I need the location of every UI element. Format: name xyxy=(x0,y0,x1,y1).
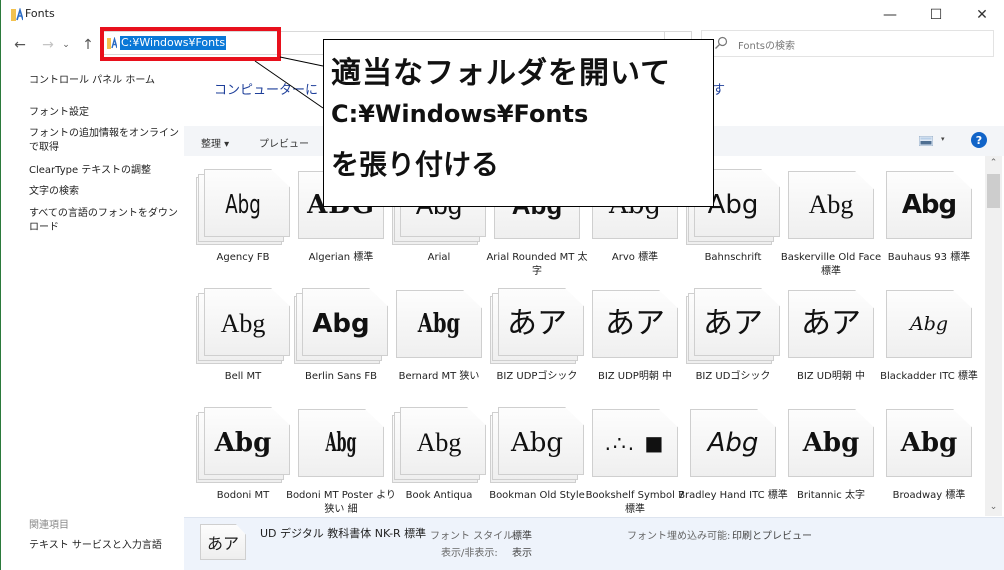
font-name: Blackadder ITC 標準 xyxy=(880,371,978,382)
font-tile[interactable]: Abg Berlin Sans FB xyxy=(282,280,388,398)
font-name: Broadway 標準 xyxy=(892,490,966,501)
callout-text-line1: 適当なフォルダを開いて xyxy=(331,56,672,91)
font-tile[interactable]: Abg Bauhaus 93 標準 xyxy=(870,161,972,279)
fonts-folder-icon xyxy=(11,8,23,21)
selected-font-name: UD デジタル 教科書体 NK-R 標準 xyxy=(260,527,427,540)
font-sample: Abg xyxy=(312,309,370,339)
font-tile[interactable]: Abg Bookman Old Style xyxy=(478,399,585,517)
title-bar: Fonts — ☐ ✕ xyxy=(1,0,1004,30)
instruction-callout: 適当なフォルダを開いて C:¥Windows¥Fonts を張り付ける xyxy=(323,39,714,207)
font-tile[interactable]: Abg Agency FB xyxy=(184,161,290,279)
font-style-value: 標準 xyxy=(512,531,532,542)
selected-font-sample: あア xyxy=(206,534,239,553)
minimize-button[interactable]: — xyxy=(867,0,913,30)
font-tile[interactable]: Abg Britannic 太字 xyxy=(772,399,874,517)
font-sample: .∴. ■ xyxy=(604,431,666,455)
font-tile[interactable]: あア BIZ UDPゴシック xyxy=(478,280,584,398)
font-sample: Abg xyxy=(808,190,854,219)
forward-button[interactable]: → xyxy=(37,34,59,56)
address-highlight-box xyxy=(100,27,281,61)
recent-locations-button[interactable]: ⌄ xyxy=(59,34,73,56)
font-sample: Abg xyxy=(220,309,266,338)
font-sample: Abg xyxy=(416,428,462,457)
font-tile[interactable]: Abg Broadway 標準 xyxy=(870,399,972,517)
view-options-dropdown[interactable]: ▾ xyxy=(941,135,945,143)
font-sample: あア xyxy=(507,306,567,341)
sidebar-item-get-more-fonts[interactable]: フォントの追加情報をオンラインで取得 xyxy=(29,127,181,155)
font-tile[interactable]: Abg Book Antiqua xyxy=(380,399,486,517)
font-tile[interactable]: Abg Bell MT xyxy=(184,280,290,398)
search-icon xyxy=(715,36,728,49)
font-style-label: フォント スタイル: xyxy=(430,531,517,542)
vertical-scrollbar[interactable]: ⌃ ⌄ xyxy=(985,156,1002,516)
sidebar-item-control-panel-home[interactable]: コントロール パネル ホーム xyxy=(29,74,181,88)
sidebar-item-font-settings[interactable]: フォント設定 xyxy=(29,106,181,120)
font-name: Bauhaus 93 標準 xyxy=(887,252,971,263)
visibility-label: 表示/非表示: xyxy=(441,548,498,559)
font-tile[interactable]: Abg Bodoni MT Poster より狭い 細 xyxy=(282,399,396,517)
preview-button[interactable]: プレビュー xyxy=(259,135,309,150)
font-sample: あア xyxy=(801,306,861,341)
font-sample: Abg xyxy=(225,190,261,220)
up-button[interactable]: ↑ xyxy=(77,34,99,56)
font-sample: Abg xyxy=(802,428,860,458)
window-title: Fonts xyxy=(25,7,55,20)
sidebar-item-text-services[interactable]: テキスト サービスと入力言語 xyxy=(29,539,181,553)
font-sample: Abg xyxy=(510,428,564,458)
close-button[interactable]: ✕ xyxy=(959,0,1004,30)
back-button[interactable]: ← xyxy=(9,34,31,56)
font-grid: AbgAgency FBABGAlgerian 標準AbgArialAbgAri… xyxy=(184,156,984,516)
callout-text-line2: C:¥Windows¥Fonts xyxy=(331,100,589,128)
font-tile[interactable]: Abg Blackadder ITC 標準 xyxy=(870,280,978,398)
font-tile[interactable]: Abg Bradley Hand ITC 標準 xyxy=(674,399,788,517)
font-sample: あア xyxy=(703,306,763,341)
sidebar-item-download-all-fonts[interactable]: すべての言語のフォントをダウンロード xyxy=(29,207,181,235)
embeddable-label: フォント埋め込み可能: xyxy=(627,531,731,542)
scroll-down-button[interactable]: ⌄ xyxy=(985,502,1002,514)
sidebar-item-cleartype[interactable]: ClearType テキストの調整 xyxy=(29,164,181,178)
details-pane: あア UD デジタル 教科書体 NK-R 標準 フォント スタイル: 標準 表示… xyxy=(184,517,1004,570)
font-sample: あア xyxy=(605,306,665,341)
sidebar: コントロール パネル ホーム フォント設定 フォントの追加情報をオンラインで取得… xyxy=(1,62,184,570)
font-tile[interactable]: あア BIZ UDP明朝 中 xyxy=(576,280,678,398)
fonts-window: Fonts — ☐ ✕ ← → ⌄ ↑ C:¥Windows¥Fonts Fon… xyxy=(0,0,1004,570)
font-sample: Abg xyxy=(900,428,958,458)
font-sample: Abg xyxy=(909,313,949,335)
font-tile[interactable]: Abg Bernard MT 狭い xyxy=(380,280,482,398)
font-sample: Abg xyxy=(214,428,272,458)
scroll-thumb[interactable] xyxy=(987,174,1000,208)
search-input[interactable]: Fontsの検索 xyxy=(701,30,994,57)
font-tile[interactable]: Abg Baskerville Old Face 標準 xyxy=(772,161,881,279)
view-options-icon[interactable] xyxy=(919,136,933,146)
organize-button[interactable]: 整理 ▾ xyxy=(201,135,229,150)
font-sample: Abg xyxy=(707,428,759,458)
font-sample: Abg xyxy=(325,428,357,458)
font-sample: Abg xyxy=(417,309,461,339)
font-tile[interactable]: Abg Bodoni MT xyxy=(184,399,290,517)
sidebar-item-find-character[interactable]: 文字の検索 xyxy=(29,185,181,199)
embeddable-value: 印刷とプレビュー xyxy=(732,531,812,542)
search-placeholder: Fontsの検索 xyxy=(738,41,795,52)
font-tile[interactable]: .∴. ■ Bookshelf Symbol 7 標準 xyxy=(576,399,684,517)
related-heading: 関連項目 xyxy=(29,520,69,531)
maximize-button[interactable]: ☐ xyxy=(913,0,959,30)
font-tile[interactable]: あア BIZ UD明朝 中 xyxy=(772,280,874,398)
help-icon[interactable]: ? xyxy=(971,132,987,148)
callout-text-line3: を張り付ける xyxy=(331,148,500,181)
heading-link[interactable]: コンピューターに xyxy=(214,79,318,98)
font-sample: Abg xyxy=(901,190,957,220)
visibility-value: 表示 xyxy=(512,548,532,559)
font-tile[interactable]: あア BIZ UDゴシック xyxy=(674,280,780,398)
scroll-up-button[interactable]: ⌃ xyxy=(985,158,1002,170)
